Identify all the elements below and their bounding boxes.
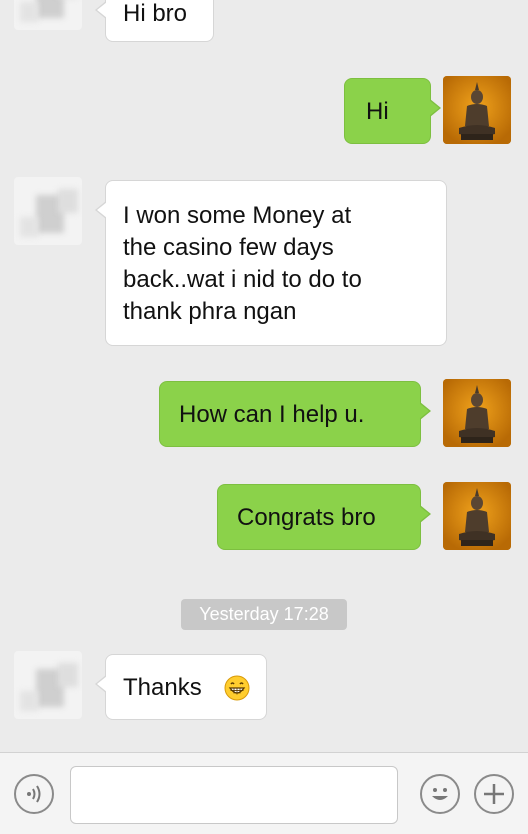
voice-input-button[interactable] [14, 774, 54, 814]
timestamp-label: Yesterday 17:28 [181, 599, 347, 630]
buddha-statue-icon [443, 379, 511, 447]
message-text: Hi [366, 98, 389, 125]
grinning-face-emoji [224, 675, 250, 701]
emoji-button[interactable] [420, 774, 460, 814]
message-line: the casino few days [123, 234, 334, 261]
message-line: back..wat i nid to do to [123, 266, 362, 293]
user-avatar[interactable] [443, 76, 511, 144]
message-line: thank phra ngan [123, 298, 297, 325]
user-avatar[interactable] [443, 379, 511, 447]
user-avatar[interactable] [443, 482, 511, 550]
message-text: Congrats bro [237, 504, 376, 531]
message-text: Hi bro [123, 0, 188, 27]
received-message-bubble[interactable]: I won some Money at the casino few days … [95, 180, 447, 346]
message-input-bar [0, 752, 528, 834]
buddha-statue-icon [443, 76, 511, 144]
sent-message-bubble[interactable]: Congrats bro [217, 484, 431, 550]
message-text: How can I help u. [179, 401, 365, 428]
contact-avatar[interactable] [14, 651, 82, 719]
buddha-statue-icon [443, 482, 511, 550]
received-message-bubble[interactable]: Hi bro [95, 0, 214, 42]
plus-icon [484, 784, 504, 804]
received-message-bubble[interactable]: Thanks [95, 654, 267, 720]
sent-message-bubble[interactable]: How can I help u. [159, 381, 431, 447]
smiley-face-icon [432, 788, 448, 800]
message-line: I won some Money at [123, 202, 352, 229]
contact-avatar[interactable] [14, 0, 82, 30]
sent-message-bubble[interactable]: Hi [344, 78, 441, 144]
message-input[interactable] [70, 766, 398, 824]
message-text: Thanks [123, 674, 202, 701]
add-button[interactable] [474, 774, 514, 814]
chat-area[interactable]: Hi bro Hi I won some Money at the casino… [0, 0, 528, 752]
voice-input-icon [27, 785, 41, 803]
contact-avatar[interactable] [14, 177, 82, 245]
